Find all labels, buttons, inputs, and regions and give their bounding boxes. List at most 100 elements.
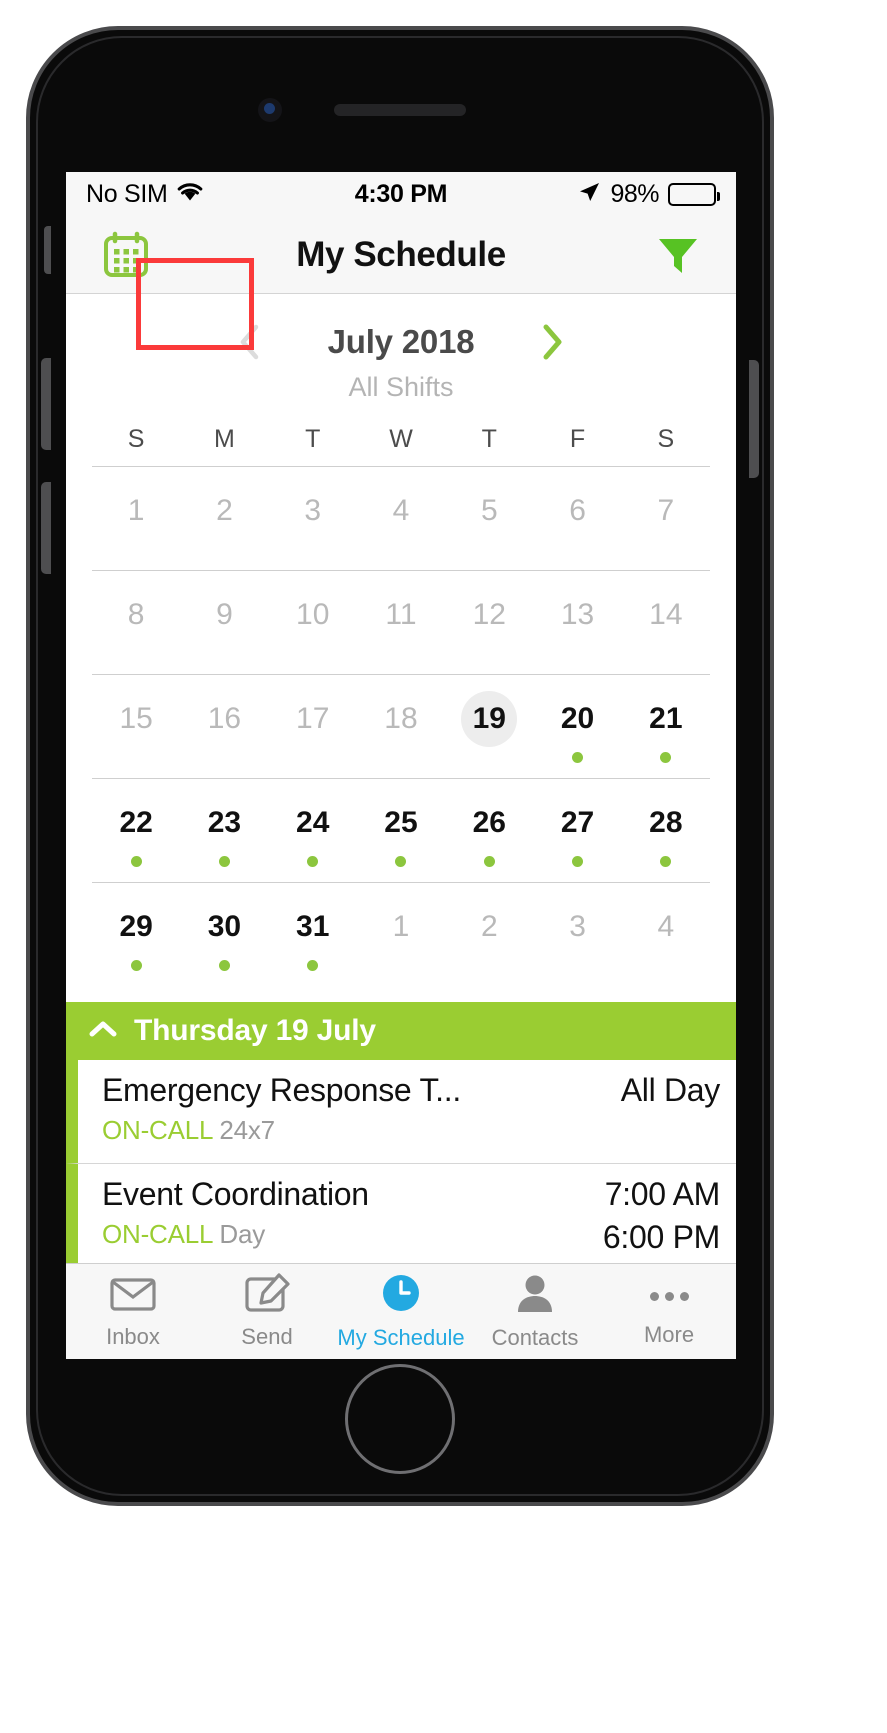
tab-contacts[interactable]: Contacts — [468, 1272, 602, 1351]
calendar-day-cell[interactable]: 18 — [357, 675, 445, 778]
calendar-day-cell[interactable]: 4 — [622, 883, 710, 986]
calendar-day-cell[interactable]: 1 — [92, 467, 180, 570]
silent-switch[interactable] — [44, 226, 51, 274]
navigation-bar: My Schedule — [66, 216, 736, 350]
calendar-day-number: 8 — [127, 597, 145, 631]
event-indicator-dot — [218, 959, 230, 971]
calendar-day-cell[interactable]: 30 — [180, 883, 268, 986]
event-time-end: 6:00 PM — [602, 1219, 720, 1255]
calendar-day-number: 3 — [304, 493, 322, 527]
calendar-day-cell[interactable]: 3 — [533, 883, 621, 986]
calendar-day-cell[interactable]: 8 — [92, 571, 180, 674]
event-list: Emergency Response T... ON-CALL 24x7 All D… — [66, 1060, 736, 1268]
event-row[interactable]: Event Coordination ON-CALL Day 7:00 AM 6:00… — [66, 1164, 736, 1268]
weekday-header: T — [305, 425, 321, 453]
calendar-day-cell[interactable]: 24 — [269, 779, 357, 882]
clock-icon — [377, 1272, 425, 1321]
shift-filter-label[interactable]: All Shifts — [66, 372, 736, 403]
calendar-day-cell[interactable]: 7 — [622, 467, 710, 570]
ellipsis-icon — [649, 1276, 689, 1318]
calendar-day-cell[interactable]: 1 — [357, 883, 445, 986]
calendar-day-cell[interactable]: 16 — [180, 675, 268, 778]
event-row[interactable]: Emergency Response T... ON-CALL 24x7 All D… — [66, 1060, 736, 1164]
calendar-day-cell[interactable]: 3 — [269, 467, 357, 570]
chevron-right-icon[interactable] — [526, 316, 578, 368]
calendar-day-number: 1 — [392, 909, 410, 943]
calendar-day-cell[interactable]: 2 — [180, 467, 268, 570]
chevron-left-icon[interactable] — [224, 316, 276, 368]
calendar-day-cell[interactable]: 4 — [357, 467, 445, 570]
calendar-day-number: 30 — [207, 909, 242, 943]
calendar-day-number: 3 — [569, 909, 586, 943]
calendar-day-cell[interactable]: 2 — [445, 883, 533, 986]
calendar-day-cell[interactable]: 29 — [92, 883, 180, 986]
tab-more[interactable]: More — [602, 1276, 736, 1348]
calendar-day-number: 18 — [384, 701, 418, 735]
event-title: Event Coordination — [102, 1176, 369, 1212]
event-time-start: All Day — [620, 1072, 721, 1108]
tab-send-label: Send — [241, 1324, 293, 1349]
calendar-day-cell[interactable]: 17 — [269, 675, 357, 778]
calendar-day-cell[interactable]: 19 — [445, 675, 533, 778]
event-indicator-dot — [660, 855, 672, 867]
envelope-icon — [109, 1273, 157, 1320]
tab-send[interactable]: Send — [200, 1273, 334, 1350]
calendar-day-number: 16 — [207, 701, 242, 735]
front-camera — [258, 98, 282, 122]
location-arrow-icon — [577, 180, 601, 209]
power-button[interactable] — [749, 360, 759, 478]
calendar-day-cell[interactable]: 27 — [533, 779, 621, 882]
calendar-day-cell[interactable]: 28 — [622, 779, 710, 882]
volume-down-button[interactable] — [41, 358, 51, 450]
person-icon — [511, 1272, 559, 1321]
calendar-day-cell[interactable]: 14 — [622, 571, 710, 674]
event-tag: ON-CALL — [102, 1219, 213, 1249]
calendar-day-cell[interactable]: 22 — [92, 779, 180, 882]
calendar-day-cell[interactable]: 31 — [269, 883, 357, 986]
calendar-day-cell[interactable]: 20 — [533, 675, 621, 778]
calendar-day-cell[interactable]: 25 — [357, 779, 445, 882]
agenda-section: Thursday 19 July Emergency Response T...… — [66, 1002, 736, 1268]
agenda-date-label: Thursday 19 July — [134, 1014, 376, 1047]
calendar-day-cell[interactable]: 10 — [269, 571, 357, 674]
calendar-day-cell[interactable]: 15 — [92, 675, 180, 778]
calendar-day-cell[interactable]: 9 — [180, 571, 268, 674]
calendar-day-cell[interactable]: 23 — [180, 779, 268, 882]
calendar-day-cell[interactable]: 5 — [445, 467, 533, 570]
calendar-day-number: 5 — [480, 493, 498, 527]
event-indicator-dot — [130, 855, 142, 867]
tab-inbox[interactable]: Inbox — [66, 1273, 200, 1350]
weekday-header: W — [389, 425, 413, 453]
chevron-up-icon[interactable] — [88, 1019, 118, 1044]
screenshot-root: No SIM 4:30 PM 98% My Schedule July 2018… — [0, 0, 887, 1733]
calendar-day-number: 26 — [472, 805, 506, 839]
event-indicator-dot — [307, 855, 319, 867]
calendar-day-number: 24 — [296, 805, 330, 839]
tab-my-schedule[interactable]: My Schedule — [334, 1272, 468, 1351]
calendar-day-cell[interactable]: 11 — [357, 571, 445, 674]
weekday-header: S — [127, 425, 145, 453]
event-title: Emergency Response T... — [102, 1072, 461, 1108]
bottom-tab-bar: Inbox Send My Schedule Contacts More — [66, 1263, 736, 1359]
calendar-week-row: 8 9 10 11 12 13 14 — [92, 570, 710, 674]
calendar-day-number: 25 — [384, 805, 418, 839]
event-indicator-dot — [218, 855, 230, 867]
event-tag: ON-CALL — [102, 1115, 213, 1145]
event-detail: 24x7 — [212, 1115, 275, 1145]
volume-up-button[interactable] — [41, 482, 51, 574]
calendar-day-number: 20 — [560, 701, 595, 735]
agenda-day-header[interactable]: Thursday 19 July — [66, 1002, 736, 1060]
calendar-day-number: 11 — [385, 597, 417, 631]
event-main: Emergency Response T... ON-CALL 24x7 — [102, 1072, 607, 1153]
home-button[interactable] — [345, 1364, 455, 1474]
compose-pencil-icon — [243, 1273, 291, 1320]
calendar-day-cell[interactable]: 13 — [533, 571, 621, 674]
calendar-day-cell[interactable]: 6 — [533, 467, 621, 570]
calendar-icon[interactable] — [96, 227, 156, 283]
calendar-day-cell[interactable]: 26 — [445, 779, 533, 882]
calendar-day-number: 21 — [649, 701, 683, 735]
calendar-day-number: 6 — [569, 493, 586, 527]
filter-funnel-icon[interactable] — [650, 227, 706, 283]
calendar-day-cell[interactable]: 12 — [445, 571, 533, 674]
calendar-day-cell[interactable]: 21 — [622, 675, 710, 778]
